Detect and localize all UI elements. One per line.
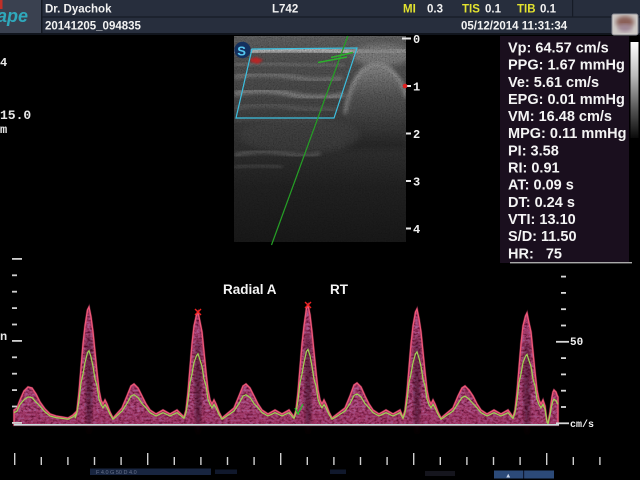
svg-text:0.1: 0.1 [485,4,502,16]
svg-text:RI: 0.91: RI: 0.91 [508,161,560,177]
svg-text:4: 4 [413,223,420,237]
svg-text:PPG: 1.67 mmHg: PPG: 1.67 mmHg [508,58,625,74]
svg-text:0: 0 [413,33,420,47]
svg-text:05/12/2014 11:31:34: 05/12/2014 11:31:34 [461,21,568,33]
svg-text:TIB: TIB [517,4,536,16]
svg-text:RT: RT [330,282,349,297]
svg-text:HR: 75: HR: 75 [508,246,562,262]
svg-text:1: 1 [413,81,420,95]
svg-text:n: n [0,330,7,344]
svg-text:3: 3 [413,176,420,190]
svg-text:Ve: 5.61 cm/s: Ve: 5.61 cm/s [508,75,599,91]
svg-text:Vp: 64.57 cm/s: Vp: 64.57 cm/s [508,41,609,57]
svg-text:0.3: 0.3 [427,4,443,16]
svg-text:F 4.0 G 50 D 4.0: F 4.0 G 50 D 4.0 [96,470,137,476]
svg-text:S/D: 11.50: S/D: 11.50 [508,229,577,245]
svg-text:m: m [0,123,7,137]
svg-text:MI: MI [403,4,416,16]
svg-text:ape: ape [0,6,28,26]
svg-text:Dr. Dyachok: Dr. Dyachok [45,4,112,16]
svg-text:20141205_094835: 20141205_094835 [45,21,142,33]
svg-text:▲: ▲ [505,473,511,480]
svg-text:L742: L742 [272,4,298,16]
svg-text:0.1: 0.1 [540,4,557,16]
svg-text:DT: 0.24 s: DT: 0.24 s [508,195,575,211]
svg-text:PI: 3.58: PI: 3.58 [508,143,559,159]
svg-text:Radial A: Radial A [223,282,277,297]
svg-text:50: 50 [570,337,583,349]
svg-text:VTI: 13.10: VTI: 13.10 [508,212,576,228]
svg-text:2: 2 [413,128,420,142]
svg-text:cm/s: cm/s [570,419,594,431]
svg-text:VM: 16.48 cm/s: VM: 16.48 cm/s [508,109,612,125]
svg-text:MPG: 0.11 mmHg: MPG: 0.11 mmHg [508,126,626,142]
svg-text:4: 4 [0,56,7,70]
svg-text:15.0: 15.0 [0,108,31,123]
svg-text:AT: 0.09 s: AT: 0.09 s [508,178,574,194]
svg-text:S: S [237,44,246,59]
svg-text:TIS: TIS [462,4,480,16]
svg-text:EPG: 0.01 mmHg: EPG: 0.01 mmHg [508,92,625,108]
